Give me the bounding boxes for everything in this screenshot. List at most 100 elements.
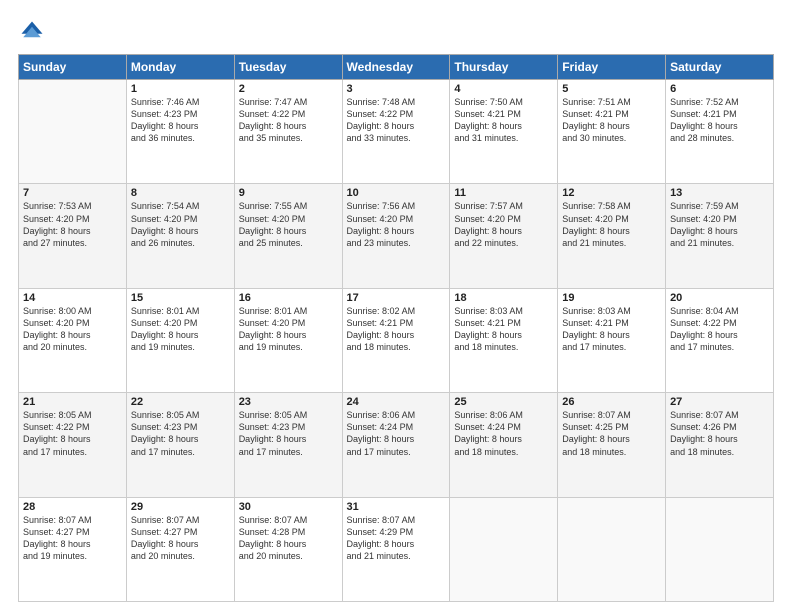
day-number: 31 — [347, 501, 446, 513]
day-info: Sunrise: 8:04 AMSunset: 4:22 PMDaylight:… — [670, 305, 769, 354]
daylight-text: Daylight: 8 hours — [239, 433, 338, 445]
sunrise-text: Sunrise: 7:52 AM — [670, 96, 769, 108]
day-info: Sunrise: 8:05 AMSunset: 4:23 PMDaylight:… — [131, 409, 230, 458]
calendar-cell: 1Sunrise: 7:46 AMSunset: 4:23 PMDaylight… — [126, 80, 234, 184]
daylight-minutes-text: and 25 minutes. — [239, 237, 338, 249]
day-number: 10 — [347, 187, 446, 199]
day-number: 2 — [239, 83, 338, 95]
sunset-text: Sunset: 4:21 PM — [562, 317, 661, 329]
day-number: 20 — [670, 292, 769, 304]
daylight-minutes-text: and 21 minutes. — [670, 237, 769, 249]
day-number: 9 — [239, 187, 338, 199]
calendar-cell: 27Sunrise: 8:07 AMSunset: 4:26 PMDayligh… — [666, 393, 774, 497]
day-info: Sunrise: 7:52 AMSunset: 4:21 PMDaylight:… — [670, 96, 769, 145]
daylight-minutes-text: and 19 minutes. — [131, 341, 230, 353]
calendar-cell — [666, 497, 774, 601]
day-header-wednesday: Wednesday — [342, 55, 450, 80]
day-number: 7 — [23, 187, 122, 199]
day-number: 16 — [239, 292, 338, 304]
sunset-text: Sunset: 4:20 PM — [239, 317, 338, 329]
day-number: 3 — [347, 83, 446, 95]
daylight-text: Daylight: 8 hours — [454, 225, 553, 237]
daylight-text: Daylight: 8 hours — [23, 433, 122, 445]
daylight-minutes-text: and 17 minutes. — [562, 341, 661, 353]
daylight-minutes-text: and 18 minutes. — [670, 446, 769, 458]
calendar-cell: 5Sunrise: 7:51 AMSunset: 4:21 PMDaylight… — [558, 80, 666, 184]
daylight-minutes-text: and 23 minutes. — [347, 237, 446, 249]
day-number: 1 — [131, 83, 230, 95]
day-info: Sunrise: 8:07 AMSunset: 4:27 PMDaylight:… — [131, 514, 230, 563]
sunrise-text: Sunrise: 7:46 AM — [131, 96, 230, 108]
daylight-text: Daylight: 8 hours — [347, 538, 446, 550]
sunset-text: Sunset: 4:23 PM — [131, 421, 230, 433]
day-number: 6 — [670, 83, 769, 95]
day-info: Sunrise: 8:06 AMSunset: 4:24 PMDaylight:… — [347, 409, 446, 458]
calendar-cell: 14Sunrise: 8:00 AMSunset: 4:20 PMDayligh… — [19, 288, 127, 392]
daylight-minutes-text: and 36 minutes. — [131, 132, 230, 144]
calendar-cell: 29Sunrise: 8:07 AMSunset: 4:27 PMDayligh… — [126, 497, 234, 601]
sunset-text: Sunset: 4:27 PM — [23, 526, 122, 538]
daylight-text: Daylight: 8 hours — [131, 120, 230, 132]
calendar-cell: 23Sunrise: 8:05 AMSunset: 4:23 PMDayligh… — [234, 393, 342, 497]
daylight-text: Daylight: 8 hours — [562, 329, 661, 341]
sunrise-text: Sunrise: 8:06 AM — [454, 409, 553, 421]
sunset-text: Sunset: 4:20 PM — [454, 213, 553, 225]
sunrise-text: Sunrise: 8:07 AM — [562, 409, 661, 421]
daylight-text: Daylight: 8 hours — [131, 538, 230, 550]
calendar-cell — [19, 80, 127, 184]
day-info: Sunrise: 8:01 AMSunset: 4:20 PMDaylight:… — [131, 305, 230, 354]
sunset-text: Sunset: 4:29 PM — [347, 526, 446, 538]
day-info: Sunrise: 7:47 AMSunset: 4:22 PMDaylight:… — [239, 96, 338, 145]
day-header-thursday: Thursday — [450, 55, 558, 80]
daylight-minutes-text: and 20 minutes. — [131, 550, 230, 562]
calendar-cell — [558, 497, 666, 601]
daylight-minutes-text: and 17 minutes. — [23, 446, 122, 458]
sunrise-text: Sunrise: 8:03 AM — [562, 305, 661, 317]
daylight-minutes-text: and 17 minutes. — [239, 446, 338, 458]
calendar-cell: 11Sunrise: 7:57 AMSunset: 4:20 PMDayligh… — [450, 184, 558, 288]
sunset-text: Sunset: 4:22 PM — [347, 108, 446, 120]
daylight-text: Daylight: 8 hours — [23, 225, 122, 237]
day-number: 8 — [131, 187, 230, 199]
calendar-cell: 16Sunrise: 8:01 AMSunset: 4:20 PMDayligh… — [234, 288, 342, 392]
sunrise-text: Sunrise: 8:03 AM — [454, 305, 553, 317]
daylight-text: Daylight: 8 hours — [670, 225, 769, 237]
sunrise-text: Sunrise: 7:56 AM — [347, 200, 446, 212]
sunset-text: Sunset: 4:20 PM — [562, 213, 661, 225]
day-number: 18 — [454, 292, 553, 304]
day-info: Sunrise: 8:07 AMSunset: 4:29 PMDaylight:… — [347, 514, 446, 563]
day-info: Sunrise: 8:06 AMSunset: 4:24 PMDaylight:… — [454, 409, 553, 458]
daylight-minutes-text: and 21 minutes. — [347, 550, 446, 562]
day-info: Sunrise: 8:00 AMSunset: 4:20 PMDaylight:… — [23, 305, 122, 354]
daylight-text: Daylight: 8 hours — [670, 329, 769, 341]
day-header-saturday: Saturday — [666, 55, 774, 80]
daylight-text: Daylight: 8 hours — [454, 329, 553, 341]
day-info: Sunrise: 8:03 AMSunset: 4:21 PMDaylight:… — [562, 305, 661, 354]
daylight-text: Daylight: 8 hours — [347, 433, 446, 445]
daylight-minutes-text: and 20 minutes. — [23, 341, 122, 353]
sunset-text: Sunset: 4:22 PM — [239, 108, 338, 120]
sunset-text: Sunset: 4:21 PM — [670, 108, 769, 120]
daylight-minutes-text: and 26 minutes. — [131, 237, 230, 249]
calendar-cell: 22Sunrise: 8:05 AMSunset: 4:23 PMDayligh… — [126, 393, 234, 497]
day-info: Sunrise: 7:55 AMSunset: 4:20 PMDaylight:… — [239, 200, 338, 249]
sunrise-text: Sunrise: 7:48 AM — [347, 96, 446, 108]
daylight-minutes-text: and 19 minutes. — [23, 550, 122, 562]
day-info: Sunrise: 8:07 AMSunset: 4:28 PMDaylight:… — [239, 514, 338, 563]
day-number: 15 — [131, 292, 230, 304]
day-number: 17 — [347, 292, 446, 304]
daylight-minutes-text: and 30 minutes. — [562, 132, 661, 144]
day-info: Sunrise: 7:56 AMSunset: 4:20 PMDaylight:… — [347, 200, 446, 249]
header — [18, 18, 774, 46]
day-info: Sunrise: 8:02 AMSunset: 4:21 PMDaylight:… — [347, 305, 446, 354]
sunrise-text: Sunrise: 8:05 AM — [23, 409, 122, 421]
calendar-cell: 20Sunrise: 8:04 AMSunset: 4:22 PMDayligh… — [666, 288, 774, 392]
daylight-text: Daylight: 8 hours — [239, 120, 338, 132]
sunrise-text: Sunrise: 7:58 AM — [562, 200, 661, 212]
sunrise-text: Sunrise: 7:55 AM — [239, 200, 338, 212]
day-info: Sunrise: 7:53 AMSunset: 4:20 PMDaylight:… — [23, 200, 122, 249]
sunset-text: Sunset: 4:27 PM — [131, 526, 230, 538]
day-info: Sunrise: 8:03 AMSunset: 4:21 PMDaylight:… — [454, 305, 553, 354]
calendar-cell: 13Sunrise: 7:59 AMSunset: 4:20 PMDayligh… — [666, 184, 774, 288]
day-info: Sunrise: 7:51 AMSunset: 4:21 PMDaylight:… — [562, 96, 661, 145]
